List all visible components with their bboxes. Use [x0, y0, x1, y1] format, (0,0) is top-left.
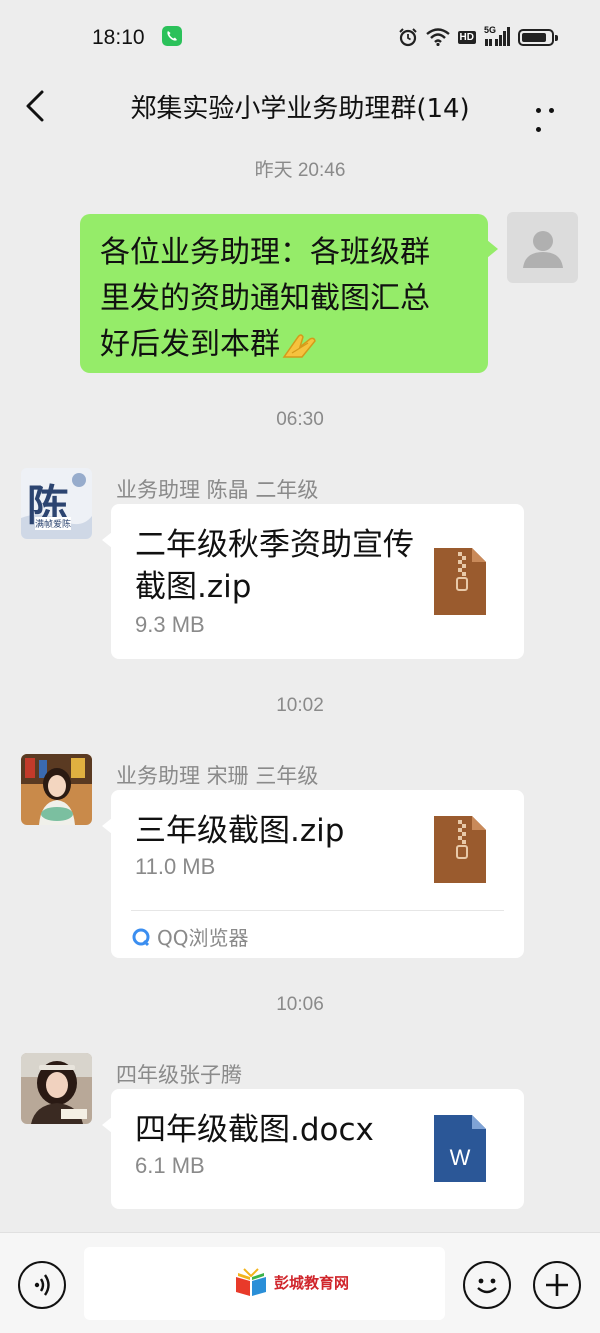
status-time: 18:10: [92, 26, 145, 49]
avatar[interactable]: [21, 1053, 92, 1124]
signal-icon: 5G: [484, 25, 510, 47]
message-line: 好后发到本群: [100, 327, 280, 362]
chat-title: 郑集实验小学业务助理群(14): [130, 94, 470, 124]
file-source: QQ浏览器: [131, 922, 248, 951]
wifi-icon: [425, 28, 450, 46]
file-size: 9.3 MB: [135, 612, 205, 637]
sender-name: 业务助理 陈晶 二年级: [116, 478, 319, 502]
file-name: 三年级截图.zip: [135, 813, 345, 849]
sender-name: 四年级张子腾: [116, 1063, 242, 1087]
hd-badge: HD: [457, 30, 476, 44]
message-timestamp: 10:06: [276, 994, 324, 1015]
zip-file-icon: [434, 816, 486, 883]
sender-name: 业务助理 宋珊 三年级: [116, 764, 319, 788]
smiley-icon: [477, 1278, 497, 1294]
zip-file-icon: [434, 548, 486, 615]
card-divider: [131, 910, 504, 911]
plus-icon: [546, 1274, 568, 1296]
file-message-card[interactable]: 三年级截图.zip 11.0 MB QQ浏览器: [102, 790, 524, 958]
file-name: 二年级秋季资助宣传截图.zip: [135, 527, 414, 605]
voice-input-button[interactable]: [18, 1261, 66, 1309]
chat-input-bar: 彭城教育网: [0, 1232, 600, 1333]
status-icons: HD 5G: [398, 25, 558, 48]
avatar-image: [21, 1053, 92, 1124]
message-input[interactable]: 彭城教育网: [84, 1247, 445, 1320]
folded-hands-emoji-icon: [282, 334, 316, 358]
message-timestamp: 06:30: [276, 409, 324, 430]
outgoing-message-bubble[interactable]: 各位业务助理：各班级群 里发的资助通知截图汇总 好后发到本群: [80, 214, 498, 373]
chat-header: 郑集实验小学业务助理群(14): [0, 76, 600, 136]
message-timestamp: 昨天 20:46: [254, 160, 346, 181]
avatar[interactable]: [21, 754, 92, 825]
file-size: 11.0 MB: [135, 854, 216, 879]
status-bar: 18:10 HD 5G: [0, 0, 600, 76]
emoji-button[interactable]: [463, 1261, 511, 1309]
file-name: 四年级截图.docx: [135, 1112, 374, 1148]
book-logo-icon: [236, 1268, 266, 1296]
alarm-icon: [398, 28, 417, 47]
file-size: 6.1 MB: [135, 1153, 205, 1178]
word-icon-letter: W: [450, 1145, 471, 1170]
voice-icon: [34, 1274, 50, 1296]
avatar-image: [21, 754, 92, 825]
message-line: 里发的资助通知截图汇总: [100, 281, 430, 316]
avatar-subtext: 满帧爱陈: [35, 517, 72, 530]
file-message-card[interactable]: 四年级截图.docx 6.1 MB W: [102, 1089, 524, 1209]
more-functions-button[interactable]: [533, 1261, 581, 1309]
watermark: 彭城教育网: [234, 1267, 349, 1297]
message-timestamp: 10:02: [276, 695, 324, 716]
avatar[interactable]: 陈 满帧爱陈: [21, 468, 92, 539]
file-source-label: QQ浏览器: [157, 926, 249, 950]
phone-call-icon: [162, 26, 182, 46]
file-message-card[interactable]: 二年级秋季资助宣传截图.zip 9.3 MB: [102, 504, 524, 659]
self-avatar[interactable]: [507, 212, 578, 283]
watermark-text: 彭城教育网: [274, 1273, 350, 1292]
battery-icon: [518, 28, 558, 46]
default-user-icon: [523, 231, 563, 268]
word-document-icon: W: [434, 1115, 486, 1182]
message-line: 各位业务助理：各班级群: [100, 235, 430, 270]
more-options-icon[interactable]: [532, 98, 568, 132]
qq-browser-icon: [132, 928, 150, 946]
